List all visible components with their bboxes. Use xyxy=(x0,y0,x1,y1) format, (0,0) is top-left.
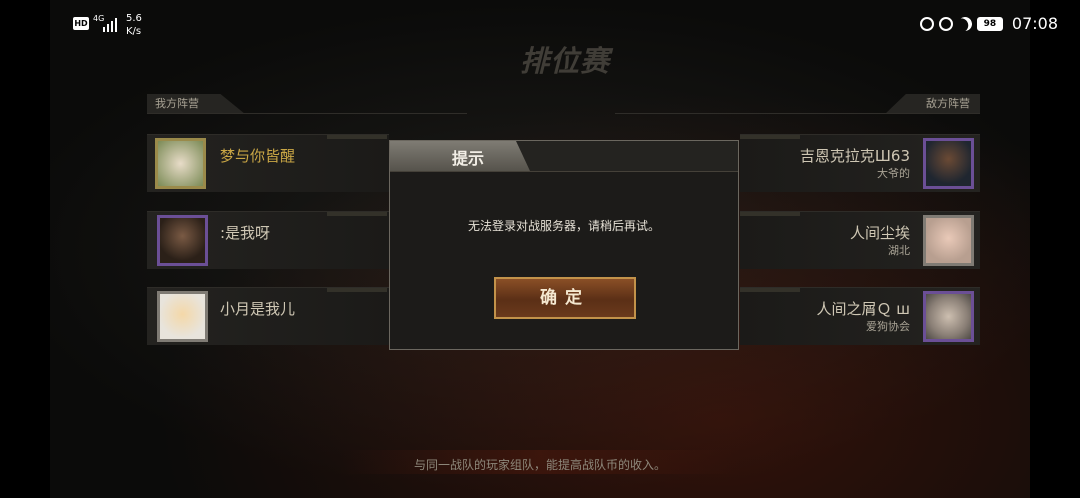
player-guild: 爱狗协会 xyxy=(866,320,910,333)
clock: 07:08 xyxy=(1011,14,1058,33)
alarm-icon xyxy=(938,16,953,31)
battery-icon: 98 xyxy=(976,16,1003,31)
my-team-player-1[interactable]: 梦与你皆醒 xyxy=(147,134,389,192)
player-guild: 湖北 xyxy=(888,244,910,257)
left-edge xyxy=(0,0,50,498)
white-pet-avatar-icon xyxy=(155,138,206,189)
row-notch xyxy=(740,288,800,292)
player-name: 吉恩克拉克Ш63 xyxy=(799,147,910,165)
row-notch xyxy=(327,135,387,139)
player-guild: 大爷的 xyxy=(877,167,910,180)
right-edge xyxy=(1030,0,1080,498)
network-speed-unit: K/s xyxy=(126,26,142,37)
my-team-player-2[interactable]: :是我呀 xyxy=(147,211,389,269)
dialog-message: 无法登录对战服务器，请稍后再试。 xyxy=(467,219,660,233)
player-name: 小月是我儿 xyxy=(220,300,296,318)
player-name: 人间之屑Ｑ ш xyxy=(816,300,911,318)
error-dialog: 提示 无法登录对战服务器，请稍后再试。 确定 xyxy=(389,140,739,350)
enemy-team-divider xyxy=(615,113,980,114)
enemy-team-player-1[interactable]: 吉恩克拉克Ш63 大爷的 xyxy=(740,134,980,192)
network-speed: 5.6 K/s xyxy=(126,12,142,38)
row-notch xyxy=(740,135,800,139)
player-name: 人间尘埃 xyxy=(849,224,910,242)
coin-avatar-icon xyxy=(923,291,974,342)
dialog-header: 提示 xyxy=(390,141,738,172)
status-right: 98 07:08 xyxy=(919,14,1058,33)
row-notch xyxy=(327,288,387,292)
player-name: :是我呀 xyxy=(220,224,271,242)
enemy-team-player-3[interactable]: 人间之屑Ｑ ш 爱狗协会 xyxy=(740,287,980,345)
tip-text: 与同一战队的玩家组队，能提高战队币的收入。 xyxy=(413,458,666,472)
confirm-button[interactable]: 确定 xyxy=(494,277,636,319)
soldier-avatar-icon xyxy=(157,215,208,266)
page-title: 排位赛 xyxy=(519,44,610,78)
network-speed-value: 5.6 xyxy=(126,13,142,24)
dialog-title: 提示 xyxy=(452,149,485,168)
cartoon-pig-avatar-icon xyxy=(157,291,208,342)
dialog-title-tab: 提示 xyxy=(390,141,530,171)
player-name: 梦与你皆醒 xyxy=(220,147,296,165)
hd-icon: HD xyxy=(73,17,89,30)
enemy-team-player-2[interactable]: 人间尘埃 湖北 xyxy=(740,211,980,269)
row-notch xyxy=(327,212,387,216)
soldier-avatar-icon xyxy=(923,138,974,189)
do-not-disturb-icon xyxy=(956,15,974,33)
my-team-player-3[interactable]: 小月是我儿 xyxy=(147,287,389,345)
row-notch xyxy=(740,212,800,216)
network-type: 4G xyxy=(93,14,105,23)
girl-avatar-icon xyxy=(923,215,974,266)
my-team-divider xyxy=(147,113,467,114)
data-saver-icon xyxy=(919,16,934,31)
